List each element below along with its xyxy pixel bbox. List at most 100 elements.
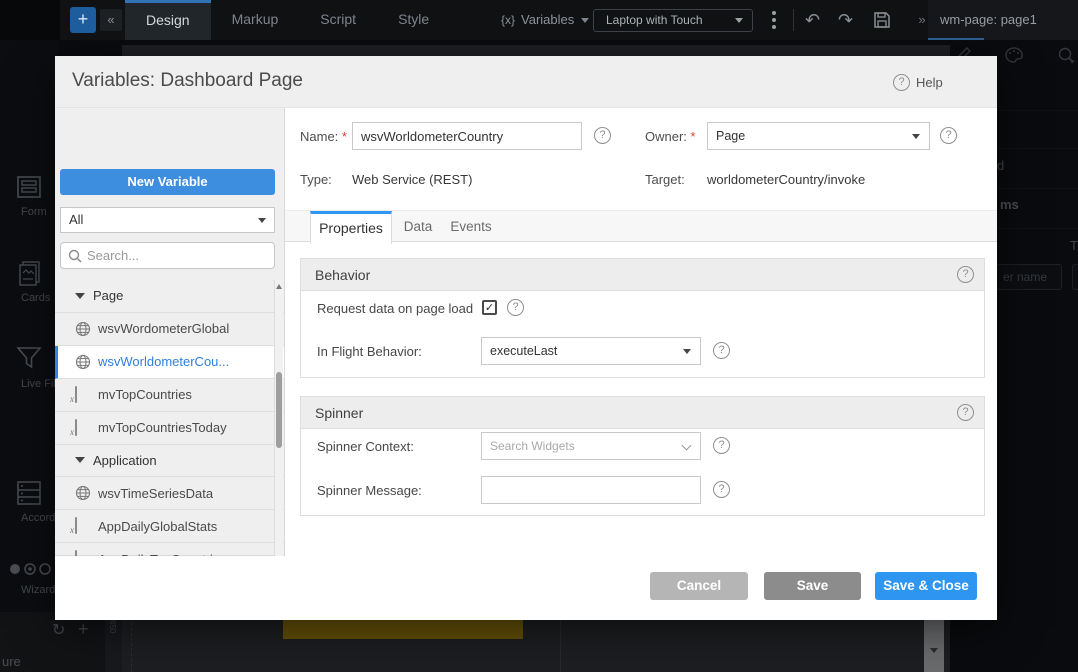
collapse-triangle-icon — [75, 457, 85, 463]
more-options-icon[interactable] — [772, 11, 776, 32]
toolbar-divider — [793, 9, 794, 31]
tree-group-application[interactable]: Application — [55, 445, 284, 478]
cancel-button[interactable]: Cancel — [650, 572, 748, 600]
search-icon — [68, 249, 82, 263]
tree-item-label: wsvTimeSeriesData — [98, 486, 213, 501]
tab-markup[interactable]: Markup — [211, 0, 300, 40]
chevron-down-icon — [581, 18, 589, 23]
tab-script[interactable]: Script — [299, 0, 377, 40]
tree-item[interactable]: wsvTimeSeriesData — [55, 477, 284, 510]
required-marker: * — [342, 129, 347, 144]
behavior-section: Behavior ? Request data on page load ✓ ?… — [300, 258, 985, 378]
spinner-message-input[interactable] — [481, 476, 701, 504]
spinner-message-help-icon[interactable]: ? — [713, 481, 730, 498]
globe-icon — [75, 321, 91, 337]
undo-icon[interactable]: ↶ — [805, 0, 820, 40]
variable-search — [60, 242, 275, 269]
variable-detail-panel: Name: * ? Owner: * Page ? Type: Web Serv… — [285, 108, 997, 556]
dialog-title: Variables: Dashboard Page — [72, 70, 303, 92]
spinner-context-placeholder: Search Widgets — [490, 439, 575, 453]
owner-label: Owner: * — [645, 129, 696, 144]
tree-item[interactable]: wsvWordometerGlobal — [55, 313, 284, 346]
tree-item-label: mvTopCountries — [98, 387, 192, 402]
tab-properties[interactable]: Properties — [310, 211, 392, 244]
spinner-section-header: Spinner ? — [301, 397, 984, 429]
behavior-help-icon[interactable]: ? — [957, 266, 974, 283]
save-button[interactable]: Save — [764, 572, 861, 600]
device-selector[interactable]: Laptop with Touch — [593, 9, 753, 32]
help-icon[interactable]: ? — [893, 74, 910, 91]
spinner-context-label: Spinner Context: — [317, 439, 414, 454]
tab-data[interactable]: Data — [398, 211, 438, 243]
tree-item-label: wsvWorldometerCou... — [98, 354, 229, 369]
model-variable-icon: x — [75, 420, 91, 436]
device-selector-value: Laptop with Touch — [606, 13, 703, 27]
target-label: Target: — [645, 172, 685, 187]
tab-design[interactable]: Design — [125, 0, 211, 40]
scroll-up-arrow-icon — [276, 284, 282, 289]
variables-icon: {x} — [501, 13, 515, 27]
name-input[interactable] — [352, 122, 582, 150]
inflight-select[interactable]: executeLast — [481, 337, 701, 365]
behavior-section-header: Behavior ? — [301, 259, 984, 291]
inflight-value: executeLast — [490, 344, 557, 358]
collapse-left-icon[interactable]: « — [100, 9, 122, 31]
tree-group-label: Page — [93, 288, 123, 303]
scrollbar-thumb[interactable] — [276, 372, 282, 448]
name-help-icon[interactable]: ? — [594, 127, 611, 144]
search-input[interactable] — [87, 244, 267, 267]
page-badge: wm-page: page1 — [928, 0, 1078, 40]
detail-tabs: Properties Data Events — [285, 210, 997, 242]
spinner-section: Spinner ? Spinner Context: Search Widget… — [300, 396, 985, 516]
tree-item[interactable]: x mvTopCountries — [55, 379, 284, 412]
tab-events[interactable]: Events — [446, 211, 496, 243]
tree-item-label: AppDailyGlobalStats — [98, 519, 217, 534]
inflight-label: In Flight Behavior: — [317, 344, 422, 359]
tree-item[interactable]: x mvTopCountriesToday — [55, 412, 284, 445]
dialog-footer: Cancel Save Save & Close — [55, 556, 997, 620]
tree-item-selected[interactable]: wsvWorldometerCou... — [55, 346, 284, 379]
tree-item-label: mvTopCountriesToday — [98, 420, 227, 435]
model-variable-icon: x — [75, 518, 91, 534]
inflight-help-icon[interactable]: ? — [713, 342, 730, 359]
screen: Form Cards Live Filt Accordi Wizard 650 — [0, 0, 1078, 672]
globe-icon — [75, 354, 91, 370]
variables-sidebar: New Variable All Page wsvWordometerGloba… — [55, 108, 285, 556]
add-widget-button[interactable]: + — [70, 7, 96, 33]
tree-group-label: Application — [93, 453, 157, 468]
owner-select[interactable]: Page — [707, 122, 930, 150]
request-data-checkbox[interactable]: ✓ — [482, 300, 497, 315]
top-toolbar: + « Design Markup Script Style {x} Variab… — [0, 0, 1078, 40]
page-badge-label: wm-page: page1 — [940, 12, 1037, 27]
target-value: worldometerCountry/invoke — [707, 172, 865, 187]
variables-label: Variables — [521, 12, 574, 27]
variable-filter-select[interactable]: All — [60, 207, 275, 233]
help-link[interactable]: Help — [916, 75, 943, 90]
variables-menu[interactable]: {x} Variables — [501, 0, 589, 40]
collapse-triangle-icon — [75, 293, 85, 299]
tab-style[interactable]: Style — [377, 0, 450, 40]
owner-help-icon[interactable]: ? — [940, 127, 957, 144]
page-badge-active-indicator — [928, 38, 984, 40]
spinner-context-select[interactable]: Search Widgets — [481, 432, 701, 460]
model-variable-icon: x — [75, 387, 91, 403]
new-variable-button[interactable]: New Variable — [60, 169, 275, 195]
redo-icon[interactable]: ↷ — [838, 0, 853, 40]
editor-mode-tabs: Design Markup Script Style — [125, 0, 450, 40]
caret-down-icon — [258, 218, 266, 223]
spinner-help-icon[interactable]: ? — [957, 404, 974, 421]
tree-item[interactable]: x AppDailyGlobalStats — [55, 510, 284, 543]
request-data-help-icon[interactable]: ? — [507, 299, 524, 316]
name-label: Name: * — [300, 129, 347, 144]
spinner-title: Spinner — [315, 405, 363, 421]
owner-value: Page — [716, 129, 745, 143]
required-marker: * — [691, 129, 696, 144]
caret-down-icon — [683, 349, 691, 354]
spinner-context-help-icon[interactable]: ? — [713, 437, 730, 454]
type-label: Type: — [300, 172, 332, 187]
save-icon[interactable] — [873, 11, 891, 34]
behavior-title: Behavior — [315, 267, 370, 283]
save-and-close-button[interactable]: Save & Close — [875, 572, 977, 600]
request-data-label: Request data on page load — [317, 301, 473, 316]
tree-group-page[interactable]: Page — [55, 280, 284, 313]
